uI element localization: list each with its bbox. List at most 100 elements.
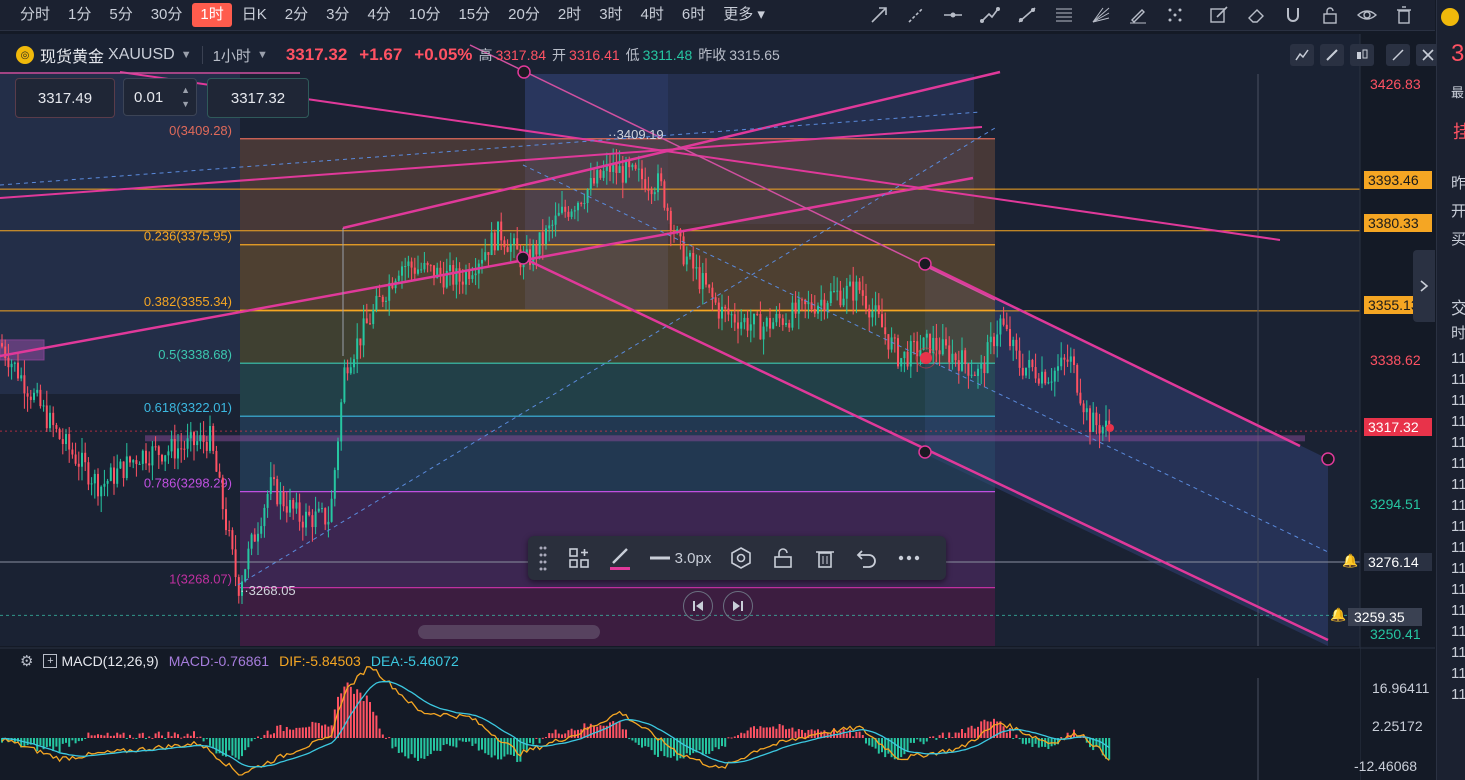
candle-body <box>52 412 55 426</box>
macd-histogram-bar <box>781 725 784 738</box>
timeframe-8[interactable]: 4分 <box>359 3 398 27</box>
skip-forward-icon[interactable] <box>723 591 753 621</box>
buy-price-box[interactable]: 3317.32 <box>207 78 309 118</box>
candle-body <box>250 534 253 549</box>
timeframe-11[interactable]: 20分 <box>500 3 548 27</box>
trend-line-icon[interactable] <box>1016 4 1038 26</box>
arrow-line-icon[interactable] <box>868 4 890 26</box>
candle-body <box>215 450 218 472</box>
candle-body <box>68 434 71 450</box>
timeframe-4[interactable]: 1时 <box>192 3 232 27</box>
side-time-item: 11 <box>1451 350 1465 367</box>
macd-histogram-bar <box>714 738 717 748</box>
candle-body <box>228 530 231 532</box>
timeframe-15[interactable]: 6时 <box>674 3 713 27</box>
template-icon[interactable] <box>558 536 600 580</box>
timeframe-5[interactable]: 日K <box>234 3 275 27</box>
brush-icon[interactable] <box>1127 4 1149 26</box>
sell-price-box[interactable]: 3317.49 <box>15 78 115 118</box>
gear-icon[interactable]: ⚙ <box>20 652 33 670</box>
macd-histogram-bar <box>305 727 307 738</box>
dots-grid-icon[interactable] <box>1164 4 1186 26</box>
axis-current-price: 3317.32 <box>1364 418 1432 436</box>
side-time-item: 11 <box>1451 539 1465 556</box>
period-select[interactable]: 1小时 <box>213 45 251 66</box>
eraser-icon[interactable] <box>1245 4 1267 26</box>
timeframe-0[interactable]: 分时 <box>12 3 58 27</box>
drag-handle <box>918 257 932 271</box>
candle-body <box>513 238 515 244</box>
undo-icon[interactable] <box>846 536 888 580</box>
timeframe-7[interactable]: 3分 <box>318 3 357 27</box>
macd-histogram-bar <box>471 738 474 746</box>
timeframe-10[interactable]: 15分 <box>450 3 498 27</box>
timeframe-14[interactable]: 4时 <box>633 3 672 27</box>
candle-body <box>797 299 800 314</box>
color-pencil-icon[interactable] <box>600 536 640 580</box>
macd-histogram-bar <box>487 738 490 755</box>
macd-histogram-bar <box>122 732 125 738</box>
lot-size-input[interactable]: 0.01 ▲ ▼ <box>123 78 197 116</box>
magnet-icon[interactable] <box>1282 4 1304 26</box>
symbol-code[interactable]: XAUUSD <box>108 46 175 64</box>
gold-coin-icon <box>1441 8 1459 26</box>
fib-retracement-icon[interactable] <box>1053 4 1075 26</box>
timeframe-13[interactable]: 3时 <box>591 3 630 27</box>
drag-handle-icon[interactable] <box>528 536 558 580</box>
candle-body <box>439 267 442 275</box>
indicator-icon[interactable] <box>1290 44 1314 66</box>
pencil-icon[interactable] <box>1320 44 1344 66</box>
macd-histogram-bar <box>193 731 195 738</box>
timeframe-3[interactable]: 30分 <box>143 3 191 27</box>
edit-note-icon[interactable] <box>1208 4 1230 26</box>
unlock-icon[interactable] <box>762 536 804 580</box>
chevron-right-icon[interactable] <box>1413 250 1435 322</box>
timeframe-6[interactable]: 2分 <box>277 3 316 27</box>
chevron-down-icon[interactable]: ▼ <box>257 49 268 61</box>
settings-icon[interactable] <box>720 536 762 580</box>
trash-icon[interactable] <box>1393 4 1415 26</box>
fib-label: 1(3268.07) <box>169 572 232 587</box>
dashed-ray-icon[interactable] <box>905 4 927 26</box>
macd-histogram-bar <box>989 721 992 738</box>
macd-histogram-bar <box>1012 738 1015 739</box>
fan-icon[interactable] <box>1090 4 1112 26</box>
macd-histogram-bar <box>468 738 471 742</box>
candle-body <box>977 368 979 376</box>
macd-histogram-bar <box>116 732 119 738</box>
timeframe-1[interactable]: 1分 <box>60 3 99 27</box>
candle-body <box>657 173 659 193</box>
macd-histogram-bar <box>100 734 103 738</box>
timeframe-9[interactable]: 10分 <box>401 3 449 27</box>
side-time-item: 11 <box>1451 686 1465 703</box>
polyline-icon[interactable] <box>979 4 1001 26</box>
macd-histogram-bar <box>711 738 714 752</box>
add-indicator-icon[interactable]: + <box>43 654 58 668</box>
trash-icon[interactable] <box>804 536 846 580</box>
candle-body <box>42 405 45 407</box>
timeframe-2[interactable]: 5分 <box>101 3 140 27</box>
side-tab[interactable]: 挂 <box>1453 118 1465 144</box>
bell-icon[interactable]: 🔔 <box>1330 607 1346 623</box>
candle-body <box>132 460 135 463</box>
collapse-icon[interactable] <box>1386 44 1410 66</box>
more-icon[interactable] <box>888 536 930 580</box>
stepper-icon[interactable]: ▲ ▼ <box>181 83 190 111</box>
macd-histogram-bar <box>132 737 135 739</box>
eye-icon[interactable] <box>1356 4 1378 26</box>
lock-icon[interactable] <box>1319 4 1341 26</box>
timeframe-16[interactable]: 更多 ▾ <box>715 3 773 27</box>
candle-type-icon[interactable] <box>1350 44 1374 66</box>
macd-histogram-bar <box>458 738 461 741</box>
bell-icon[interactable]: 🔔 <box>1342 553 1358 569</box>
chevron-down-icon[interactable]: ▼ <box>181 49 192 61</box>
skip-back-icon[interactable] <box>683 591 713 621</box>
macd-histogram-bar <box>465 738 467 742</box>
horizontal-line-icon[interactable] <box>942 4 964 26</box>
line-width-select[interactable]: 3.0px <box>640 536 720 580</box>
macd-histogram-bar <box>650 738 653 751</box>
macd-histogram-bar <box>909 738 912 743</box>
candle-body <box>1047 382 1050 384</box>
symbol-name[interactable]: 现货黄金 <box>40 43 104 67</box>
timeframe-12[interactable]: 2时 <box>550 3 589 27</box>
